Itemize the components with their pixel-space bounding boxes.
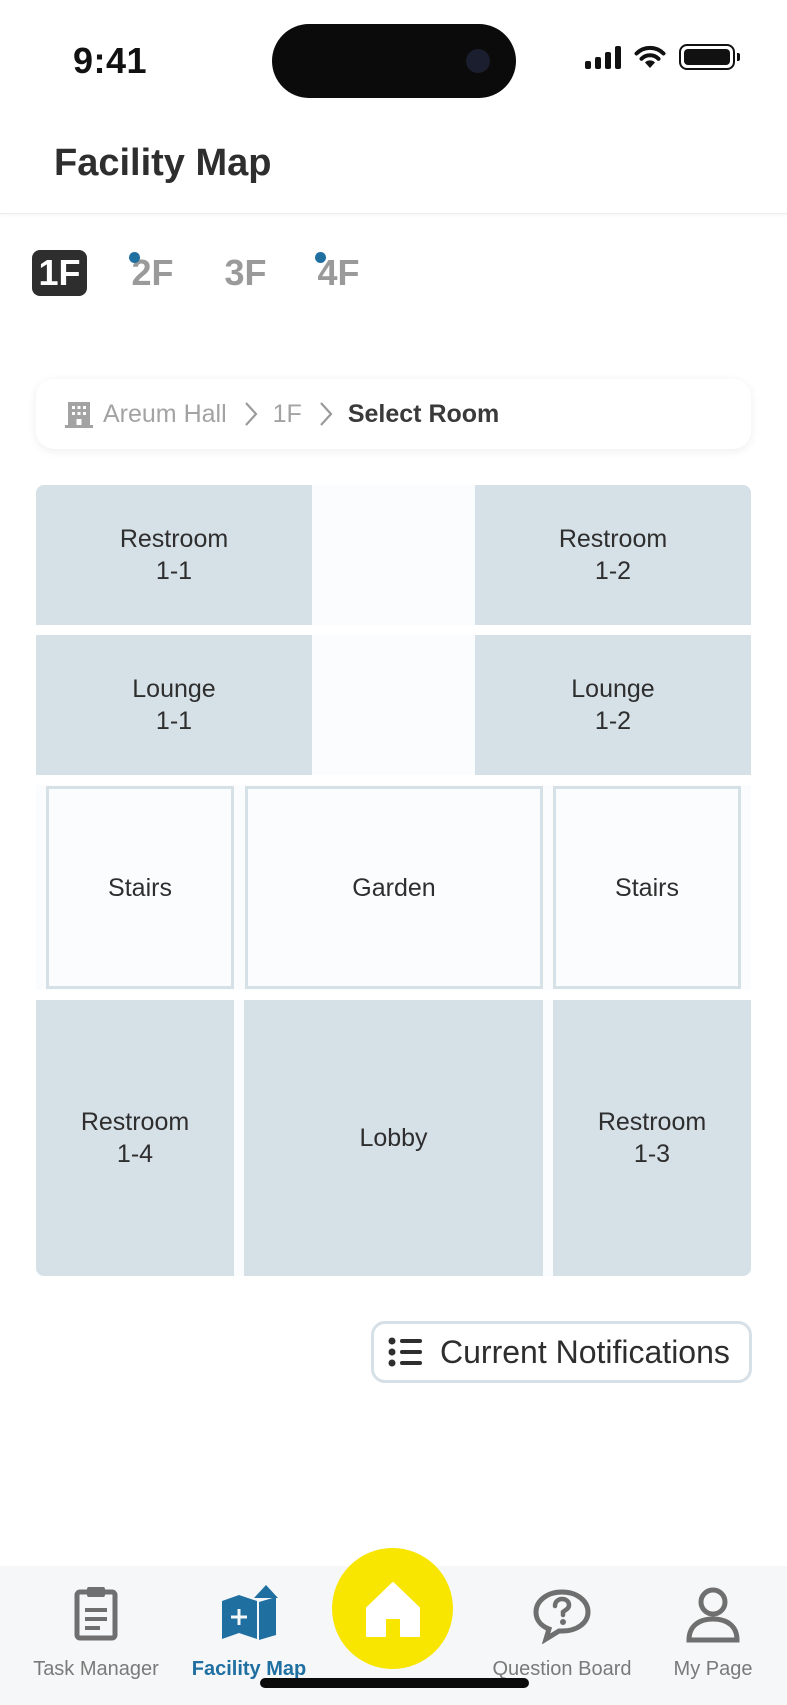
map-divider	[36, 775, 751, 785]
room-stairs-right[interactable]: Stairs	[553, 786, 741, 989]
room-restroom-1-2[interactable]: Restroom 1-2	[475, 485, 751, 625]
map-icon	[222, 1585, 278, 1640]
home-indicator	[260, 1678, 529, 1688]
nav-label: My Page	[673, 1658, 753, 1680]
battery-icon	[679, 44, 740, 70]
current-notifications-button[interactable]: Current Notifications	[371, 1321, 752, 1383]
wifi-icon	[634, 45, 666, 68]
question-bubble-icon	[533, 1589, 591, 1644]
map-divider	[36, 625, 751, 635]
floor-plan: Restroom 1-1 Restroom 1-2 Lounge 1-1 Lou…	[36, 485, 751, 1276]
tab-label: 1F	[38, 252, 81, 293]
tab-3f[interactable]: 3F	[218, 250, 273, 296]
tab-2f[interactable]: 2F	[125, 250, 180, 296]
room-lounge-1-2[interactable]: Lounge 1-2	[475, 635, 751, 775]
page-title: Facility Map	[54, 142, 272, 184]
nav-my-page[interactable]: My Page	[667, 1584, 759, 1681]
room-restroom-1-4[interactable]: Restroom 1-4	[36, 1000, 234, 1276]
room-lounge-1-1[interactable]: Lounge 1-1	[36, 635, 312, 775]
cellular-signal-icon	[585, 45, 621, 69]
notifications-label: Current Notifications	[440, 1333, 730, 1370]
nav-facility-map[interactable]: Facility Map	[187, 1584, 311, 1681]
home-button[interactable]	[332, 1548, 453, 1669]
home-icon	[365, 1581, 420, 1637]
tab-label: 3F	[224, 252, 267, 293]
breadcrumb-current: Select Room	[347, 399, 500, 428]
nav-question-board[interactable]: Question Board	[492, 1584, 632, 1681]
list-icon	[388, 1337, 422, 1367]
floor-tabs: 1F 2F 3F 4F	[32, 250, 366, 296]
building-icon	[65, 402, 93, 428]
map-divider	[36, 990, 751, 1000]
room-stairs-left[interactable]: Stairs	[46, 786, 234, 989]
chevron-right-icon	[244, 402, 258, 426]
tab-4f[interactable]: 4F	[311, 250, 366, 296]
room-restroom-1-3[interactable]: Restroom 1-3	[553, 1000, 751, 1276]
breadcrumb: Areum Hall 1F Select Room	[36, 379, 751, 449]
room-garden[interactable]: Garden	[245, 786, 543, 989]
chevron-right-icon	[320, 402, 333, 426]
dynamic-island	[272, 24, 516, 98]
tab-1f[interactable]: 1F	[32, 250, 87, 296]
notification-dot	[315, 252, 326, 263]
room-restroom-1-1[interactable]: Restroom 1-1	[36, 485, 312, 625]
breadcrumb-floor[interactable]: 1F	[273, 400, 302, 429]
app-header: Facility Map	[0, 120, 787, 214]
notification-dot	[129, 252, 140, 263]
room-lobby[interactable]: Lobby	[244, 1000, 543, 1276]
status-time: 9:41	[73, 40, 148, 81]
nav-task-manager[interactable]: Task Manager	[32, 1584, 160, 1681]
nav-label: Task Manager	[33, 1658, 159, 1680]
clipboard-icon	[74, 1587, 118, 1641]
breadcrumb-building[interactable]: Areum Hall	[103, 400, 227, 429]
person-icon	[686, 1587, 740, 1643]
